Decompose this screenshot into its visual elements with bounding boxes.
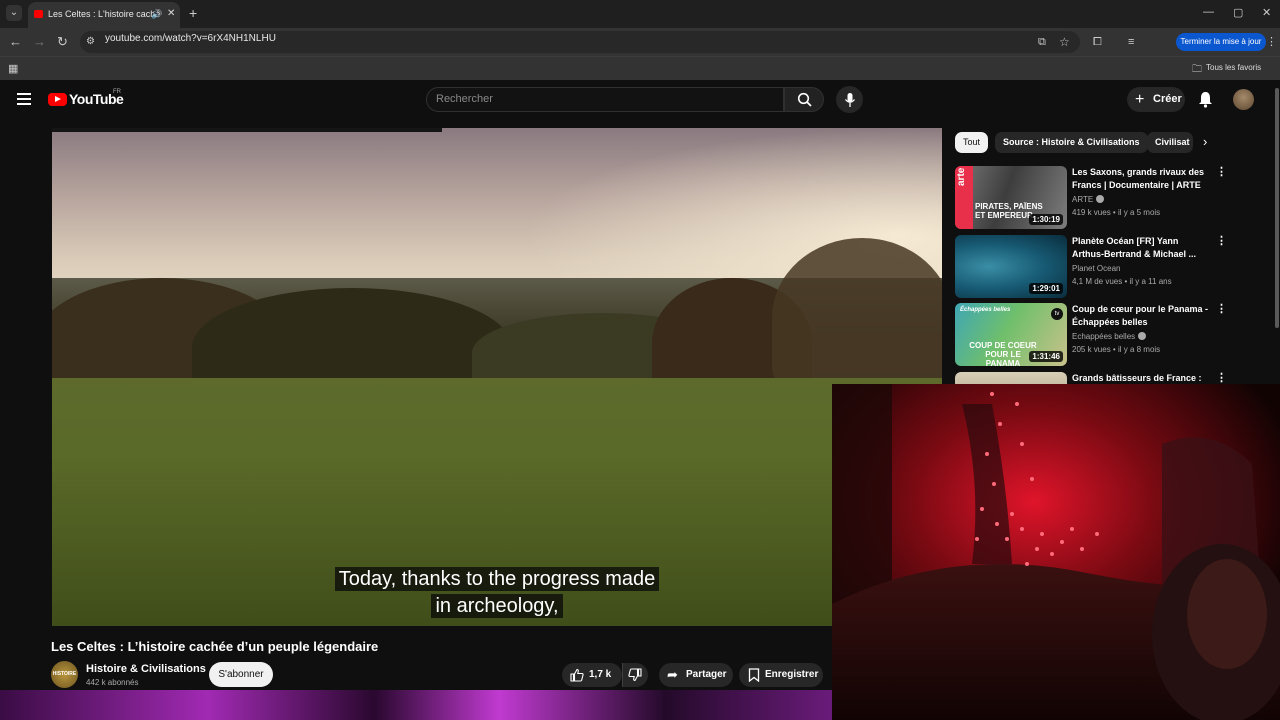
browser-menu-icon[interactable]: ⋮ <box>1266 34 1277 50</box>
share-button[interactable]: ➦ Partager <box>659 663 733 687</box>
recommendation-meta: 205 k vues • il y a 8 mois <box>1072 345 1161 354</box>
url-text[interactable]: youtube.com/watch?v=6rX4NH1NLHU <box>105 33 276 44</box>
all-bookmarks-link[interactable]: Tous les favoris <box>1206 63 1261 72</box>
like-count: 1,7 k <box>589 669 612 680</box>
recommendation-channel[interactable]: Planet Ocean <box>1072 264 1120 273</box>
recommendation-title[interactable]: Planète Océan [FR] Yann Arthus-Bertrand … <box>1072 235 1212 261</box>
hamburger-menu-icon[interactable] <box>17 93 31 105</box>
video-thumbnail[interactable]: Échappées belles tv COUP DE COEUR POUR L… <box>955 303 1067 366</box>
apps-grid-icon[interactable]: ▦ <box>8 62 18 75</box>
speaker-icon[interactable]: 🔊 <box>151 2 162 26</box>
recommendation-item[interactable]: Échappées belles tv COUP DE COEUR POUR L… <box>955 303 1227 367</box>
new-tab-button[interactable]: + <box>189 5 197 21</box>
back-icon[interactable]: ← <box>9 34 22 50</box>
minimize-icon[interactable]: — <box>1203 6 1214 18</box>
youtube-favicon-icon <box>34 10 43 18</box>
bookmark-star-icon[interactable]: ☆ <box>1059 34 1070 50</box>
maximize-icon[interactable]: ▢ <box>1233 6 1243 19</box>
chip-civilisation[interactable]: Civilisat <box>1147 132 1193 153</box>
video-duration: 1:29:01 <box>1029 283 1063 294</box>
subtitle-line-1: Today, thanks to the progress made <box>52 567 942 591</box>
microphone-icon <box>844 93 856 107</box>
webcam-feed-image <box>832 384 1280 720</box>
site-info-icon[interactable]: ⚙ <box>86 34 95 50</box>
recommendation-channel[interactable]: Echappées belles <box>1072 332 1147 341</box>
search-icon <box>797 92 812 107</box>
reload-icon[interactable]: ↻ <box>57 34 68 50</box>
recommendation-meta: 419 k vues • il y a 5 mois <box>1072 208 1161 217</box>
video-frame-landscape <box>52 128 942 626</box>
share-label: Partager <box>686 669 727 680</box>
tab-search-button[interactable]: ⌄ <box>6 5 22 21</box>
webcam-overlay <box>832 384 1280 720</box>
create-button[interactable]: + Créer <box>1127 87 1185 112</box>
chip-source-channel[interactable]: Source : Histoire & Civilisations <box>995 132 1148 153</box>
reading-list-icon[interactable]: ≡ <box>1128 34 1134 50</box>
recommendation-title[interactable]: Grands bâtisseurs de France : <box>1072 372 1212 384</box>
video-duration: 1:31:46 <box>1029 351 1063 362</box>
more-options-icon[interactable]: ⋮ <box>1216 372 1225 384</box>
more-options-icon[interactable]: ⋮ <box>1216 235 1227 248</box>
recommendation-item[interactable]: arte PIRATES, PAÏENS ET EMPEREUR 1:30:19… <box>955 166 1227 230</box>
video-duration: 1:30:19 <box>1029 214 1063 225</box>
recommendation-title[interactable]: Les Saxons, grands rivaux des Francs | D… <box>1072 166 1212 192</box>
notifications-bell-icon[interactable] <box>1198 91 1213 108</box>
save-button[interactable]: Enregistrer <box>739 663 823 687</box>
forward-icon[interactable]: → <box>33 34 46 50</box>
more-options-icon[interactable]: ⋮ <box>1216 303 1227 316</box>
recommendation-meta: 4,1 M de vues • il y a 11 ans <box>1072 277 1172 286</box>
close-tab-icon[interactable]: ✕ <box>167 2 175 26</box>
share-icon: ➦ <box>667 667 678 682</box>
close-window-icon[interactable]: ✕ <box>1262 6 1271 19</box>
subscribe-button[interactable]: S'abonner <box>209 662 273 687</box>
extensions-icon[interactable]: ⧠ <box>1093 34 1102 50</box>
region-code: FR <box>113 89 121 95</box>
search-button[interactable] <box>784 87 824 112</box>
more-options-icon[interactable]: ⋮ <box>1216 166 1227 179</box>
video-thumbnail[interactable] <box>955 372 1067 384</box>
browser-tab[interactable]: Les Celtes : L'histoire caché 🔊 ✕ <box>28 2 180 28</box>
plus-icon: + <box>1135 91 1145 108</box>
dislike-button[interactable] <box>622 663 648 687</box>
create-label: Créer <box>1153 93 1182 105</box>
account-avatar[interactable] <box>1233 89 1254 110</box>
verified-icon <box>1096 195 1105 203</box>
verified-icon <box>1138 332 1147 340</box>
thumbs-down-icon <box>628 668 642 682</box>
video-thumbnail[interactable]: arte PIRATES, PAÏENS ET EMPEREUR 1:30:19 <box>955 166 1067 229</box>
chevron-right-icon[interactable]: › <box>1203 134 1207 149</box>
subscriber-count: 442 k abonnés <box>86 678 139 687</box>
save-bookmark-icon <box>748 668 760 682</box>
subtitle-line-2: in archeology, <box>52 594 942 618</box>
video-title: Les Celtes : L’histoire cachée d’un peup… <box>51 639 379 654</box>
video-thumbnail[interactable]: 1:29:01 <box>955 235 1067 298</box>
video-player[interactable]: Today, thanks to the progress made in ar… <box>52 128 942 626</box>
voice-search-button[interactable] <box>836 86 863 113</box>
folder-icon: 🗀 <box>1192 64 1202 75</box>
tab-title: Les Celtes : L'histoire caché <box>48 9 161 19</box>
channel-avatar[interactable]: HISTOIRE <box>51 661 78 688</box>
recommendation-channel[interactable]: ARTE <box>1072 195 1105 204</box>
recommendation-item[interactable]: 1:29:01 Planète Océan [FR] Yann Arthus-B… <box>955 235 1227 299</box>
arte-logo: arte <box>955 166 973 229</box>
update-button[interactable]: Terminer la mise à jour <box>1176 33 1266 51</box>
thumbnail-text: COUP DE COEUR POUR LE PANAMA <box>969 341 1037 366</box>
channel-badge: tv <box>1051 308 1063 320</box>
echappees-belles-logo: Échappées belles <box>960 307 1011 313</box>
like-button[interactable]: 1,7 k <box>562 663 622 687</box>
chip-all[interactable]: Tout <box>955 132 989 153</box>
recommendation-item[interactable]: Grands bâtisseurs de France : ⋮ <box>955 372 1225 384</box>
thumbs-up-icon <box>570 668 584 682</box>
page-bottom-background <box>0 690 832 720</box>
browser-tab-bar: ⌄ Les Celtes : L'histoire caché 🔊 ✕ + — … <box>0 0 1280 28</box>
page-scrollbar[interactable] <box>1275 88 1279 328</box>
channel-name[interactable]: Histoire & Civilisations <box>86 663 206 675</box>
bookmarks-bar: ▦ 🗀 Tous les favoris <box>0 56 1280 80</box>
youtube-logo-icon[interactable] <box>48 93 67 106</box>
search-placeholder: Rechercher <box>436 93 493 105</box>
save-label: Enregistrer <box>765 669 819 680</box>
install-app-icon[interactable]: ⧉ <box>1038 34 1046 50</box>
recommendation-title[interactable]: Coup de cœur pour le Panama - Échappées … <box>1072 303 1212 329</box>
